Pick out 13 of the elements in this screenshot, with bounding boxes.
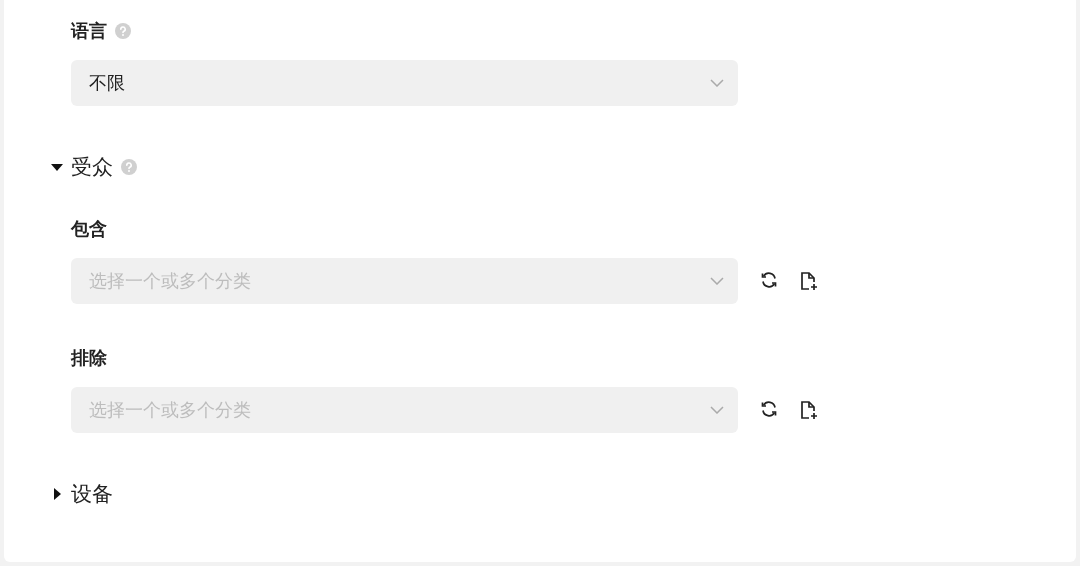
section-title[interactable]: 设备 (71, 480, 113, 508)
chevron-down-icon (710, 277, 724, 285)
section-title[interactable]: 受众 (71, 153, 113, 181)
add-file-icon[interactable] (800, 400, 818, 420)
chevron-down-icon (710, 406, 724, 414)
chevron-down-icon (710, 79, 724, 87)
dropdown-field[interactable]: 不限 (71, 60, 738, 106)
field-label: 排除 (71, 346, 107, 370)
field-label: 语言 (71, 19, 107, 43)
refresh-icon[interactable] (760, 400, 778, 418)
add-file-icon[interactable] (800, 271, 818, 291)
field-label: 包含 (71, 217, 107, 241)
refresh-icon[interactable] (760, 271, 778, 289)
